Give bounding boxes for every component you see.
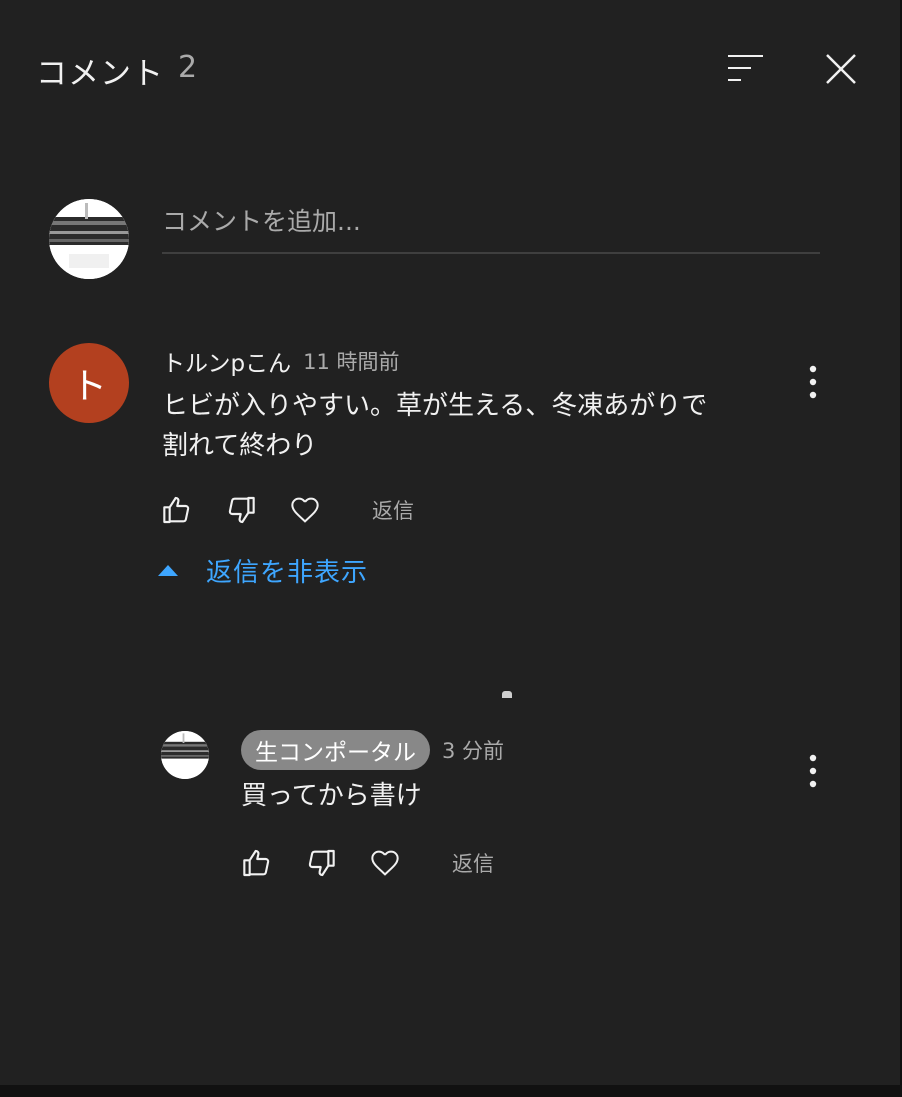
- comment-header: トルンpこん 11 時間前: [162, 344, 400, 378]
- hide-replies-button[interactable]: 返信を非表示: [158, 552, 368, 588]
- comment-timestamp[interactable]: 3 分前: [442, 735, 504, 765]
- sort-button[interactable]: [722, 50, 768, 86]
- hide-replies-label: 返信を非表示: [206, 557, 369, 588]
- heart-button[interactable]: [368, 846, 402, 880]
- dislike-button[interactable]: [224, 493, 258, 527]
- reply-button[interactable]: 返信: [372, 495, 414, 525]
- more-vert-icon: [809, 365, 817, 399]
- reply-comment: 生コンポータル 3 分前 買ってから書け 返信: [0, 728, 900, 888]
- comment-timestamp[interactable]: 11 時間前: [303, 346, 399, 376]
- like-button[interactable]: [160, 493, 194, 527]
- more-vert-icon: [809, 754, 817, 788]
- like-button[interactable]: [240, 846, 274, 880]
- author-name[interactable]: トルンpこん: [162, 344, 291, 378]
- thumb-up-icon: [163, 496, 190, 524]
- comments-header: コメント 2: [0, 0, 900, 140]
- comment-text: 買ってから書け: [241, 781, 422, 811]
- avatar[interactable]: ト: [49, 343, 129, 423]
- reply-button[interactable]: 返信: [452, 848, 494, 878]
- panel-title: コメント: [36, 56, 164, 92]
- loading-indicator: [502, 691, 512, 698]
- heart-icon: [291, 497, 319, 523]
- thumb-up-icon: [243, 849, 270, 877]
- triangle-up-icon: [158, 564, 178, 576]
- comment-count: 2: [178, 50, 198, 85]
- close-icon: [826, 54, 856, 84]
- heart-icon: [371, 850, 399, 876]
- dislike-button[interactable]: [304, 846, 338, 880]
- thumb-down-icon: [228, 496, 255, 524]
- add-comment-row: [0, 190, 900, 290]
- thumb-down-icon: [308, 849, 335, 877]
- comment-header: 生コンポータル 3 分前: [241, 730, 504, 770]
- comment-actions: 返信: [240, 843, 494, 883]
- author-name-chip[interactable]: 生コンポータル: [241, 730, 430, 770]
- comment-input[interactable]: [162, 196, 820, 254]
- close-button[interactable]: [822, 50, 860, 88]
- background-content: [0, 1085, 902, 1097]
- my-avatar: [49, 199, 129, 279]
- comments-panel: コメント 2 コメントを追加... ト トルンpこん 11 時間前 ヒビが入りや…: [0, 0, 902, 1097]
- comment-text: ヒビが入りやすい。草が生える、冬凍あがりで 割れて終わり: [162, 391, 708, 461]
- comment-menu-button[interactable]: [798, 362, 828, 402]
- heart-button[interactable]: [288, 493, 322, 527]
- sort-icon: [728, 55, 763, 81]
- comment-actions: 返信: [160, 490, 414, 530]
- comment-thread: ト トルンpこん 11 時間前 ヒビが入りやすい。草が生える、冬凍あがりで 割れ…: [0, 340, 900, 600]
- avatar[interactable]: [161, 731, 209, 779]
- comment-menu-button[interactable]: [798, 751, 828, 791]
